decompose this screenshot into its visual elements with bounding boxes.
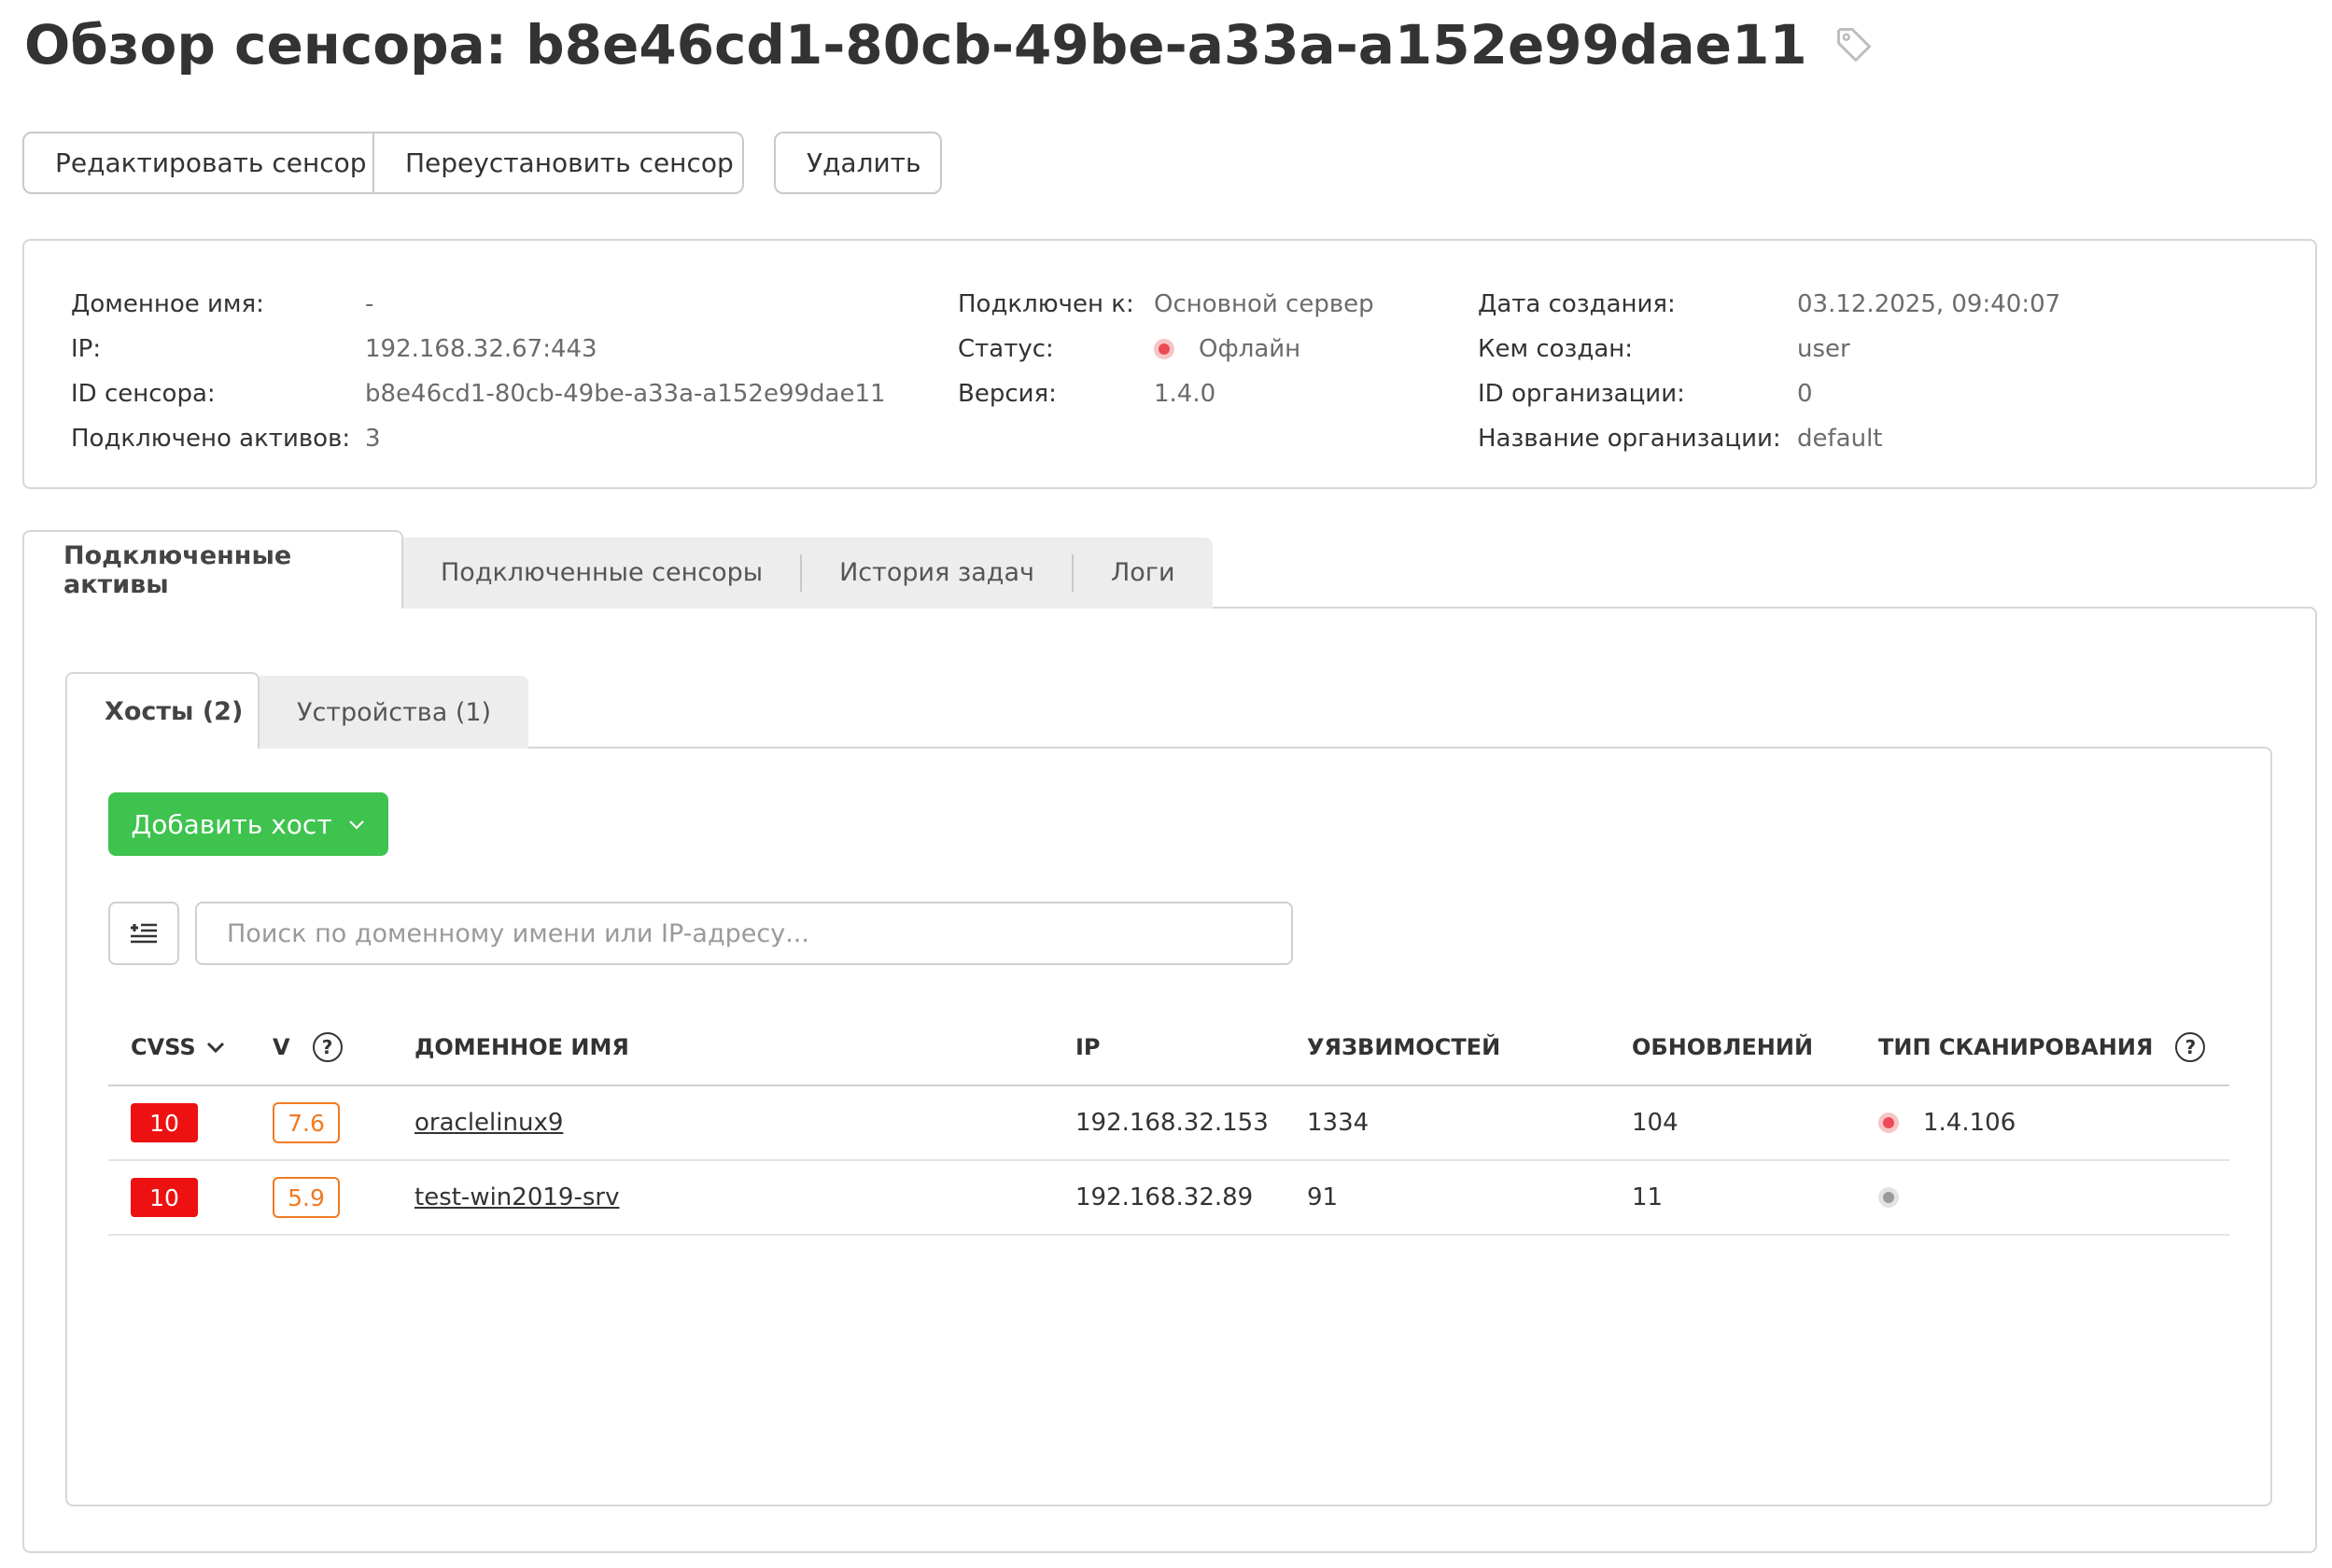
- info-value: default: [1797, 425, 1883, 453]
- scan-status-dot: [1878, 1113, 1899, 1133]
- info-column-2: Подключен к: Основной сервер Статус: Офл…: [958, 282, 1374, 416]
- page-title: Обзор сенсора: b8e46cd1-80cb-49be-a33a-a…: [24, 13, 1875, 77]
- info-value: Основной сервер: [1154, 290, 1374, 318]
- host-ip: 192.168.32.153: [1075, 1109, 1269, 1137]
- header-v: V ?: [273, 1032, 343, 1062]
- info-column-3: Дата создания: 03.12.2025, 09:40:07 Кем …: [1478, 282, 2060, 461]
- info-label: Подключен к:: [958, 290, 1134, 318]
- sensor-actions: Редактировать сенсор Переустановить сенс…: [22, 132, 942, 194]
- info-row: ID организации: 0: [1478, 371, 2060, 416]
- info-value: 03.12.2025, 09:40:07: [1797, 290, 2061, 318]
- info-label: Доменное имя:: [71, 290, 264, 318]
- info-value: -: [365, 290, 374, 318]
- info-row: Подключен к: Основной сервер: [958, 282, 1374, 327]
- main-tabs: Подключенные активы Подключенные сенсоры…: [22, 530, 1213, 609]
- v-score-badge: 7.6: [273, 1102, 340, 1143]
- sensor-button-group: Редактировать сенсор Переустановить сенс…: [22, 132, 744, 194]
- table-row[interactable]: 10 5.9 test-win2019-srv 192.168.32.89 91…: [108, 1161, 2229, 1236]
- vulns-count: 1334: [1307, 1109, 1370, 1137]
- search-input[interactable]: [195, 902, 1293, 965]
- host-link[interactable]: test-win2019-srv: [414, 1183, 619, 1211]
- add-host-label: Добавить хост: [131, 808, 332, 840]
- scan-version: 1.4.106: [1923, 1109, 2016, 1137]
- info-column-1: Доменное имя: - IP: 192.168.32.67:443 ID…: [71, 282, 886, 461]
- info-row: Название организации: default: [1478, 416, 2060, 461]
- scan-status-dot: [1878, 1187, 1899, 1208]
- offline-status-dot: [1154, 339, 1174, 359]
- header-domain: ДОМЕННОЕ ИМЯ: [414, 1034, 629, 1060]
- table-header: CVSS V ? ДОМЕННОЕ ИМЯ IP УЯЗВИМОСТЕЙ ОБН…: [108, 1010, 2229, 1086]
- header-updates: ОБНОВЛЕНИЙ: [1632, 1034, 1814, 1060]
- info-label: ID организации:: [1478, 380, 1685, 408]
- tag-icon[interactable]: [1833, 24, 1875, 65]
- status-value: Офлайн: [1199, 335, 1301, 363]
- delete-sensor-button[interactable]: Удалить: [774, 132, 942, 194]
- cvss-badge: 10: [131, 1103, 198, 1142]
- tab-task-history[interactable]: История задач: [802, 554, 1074, 592]
- info-row: Доменное имя: -: [71, 282, 886, 327]
- info-label: Название организации:: [1478, 425, 1781, 453]
- chevron-down-icon: [348, 820, 364, 830]
- info-label: Подключено активов:: [71, 425, 351, 453]
- header-scan-type: ТИП СКАНИРОВАНИЯ ?: [1878, 1032, 2206, 1062]
- header-cvss[interactable]: CVSS: [131, 1034, 226, 1060]
- info-row: Кем создан: user: [1478, 327, 2060, 371]
- info-label: Статус:: [958, 335, 1054, 363]
- hosts-table: CVSS V ? ДОМЕННОЕ ИМЯ IP УЯЗВИМОСТЕЙ ОБН…: [108, 1010, 2229, 1236]
- header-cvss-label: CVSS: [131, 1034, 196, 1060]
- cvss-badge: 10: [131, 1178, 198, 1217]
- tab-hosts[interactable]: Хосты (2): [65, 672, 260, 749]
- tab-connected-assets[interactable]: Подключенные активы: [22, 530, 403, 609]
- info-row: Статус: Офлайн: [958, 327, 1374, 371]
- reinstall-sensor-button[interactable]: Переустановить сенсор: [374, 132, 744, 194]
- info-row: Подключено активов: 3: [71, 416, 886, 461]
- host-link[interactable]: oraclelinux9: [414, 1109, 563, 1137]
- list-add-icon: [131, 923, 157, 944]
- info-label: Дата создания:: [1478, 290, 1676, 318]
- updates-count: 104: [1632, 1109, 1679, 1137]
- header-vulns: УЯЗВИМОСТЕЙ: [1307, 1034, 1501, 1060]
- table-row[interactable]: 10 7.6 oraclelinux9 192.168.32.153 1334 …: [108, 1086, 2229, 1161]
- tab-connected-sensors[interactable]: Подключенные сенсоры: [403, 554, 803, 592]
- info-row: IP: 192.168.32.67:443: [71, 327, 886, 371]
- info-value: user: [1797, 335, 1850, 363]
- header-v-label: V: [273, 1034, 290, 1060]
- sub-tabs: Хосты (2) Устройства (1): [65, 672, 529, 749]
- info-row: ID сенсора: b8e46cd1-80cb-49be-a33a-a152…: [71, 371, 886, 416]
- tab-logs[interactable]: Логи: [1074, 554, 1213, 592]
- page-title-text: Обзор сенсора: b8e46cd1-80cb-49be-a33a-a…: [24, 13, 1807, 77]
- info-value: b8e46cd1-80cb-49be-a33a-a152e99dae11: [365, 380, 886, 408]
- sensor-info-panel: Доменное имя: - IP: 192.168.32.67:443 ID…: [22, 239, 2317, 489]
- tab-devices[interactable]: Устройства (1): [260, 676, 529, 749]
- info-row: Дата создания: 03.12.2025, 09:40:07: [1478, 282, 2060, 327]
- inactive-tabs: Подключенные сенсоры История задач Логи: [403, 538, 1213, 609]
- v-score-badge: 5.9: [273, 1177, 340, 1218]
- column-filter-button[interactable]: [108, 902, 179, 965]
- edit-sensor-button[interactable]: Редактировать сенсор: [22, 132, 374, 194]
- add-host-button[interactable]: Добавить хост: [108, 792, 388, 856]
- info-row: Версия: 1.4.0: [958, 371, 1374, 416]
- host-ip: 192.168.32.89: [1075, 1183, 1254, 1211]
- info-label: Версия:: [958, 380, 1057, 408]
- info-label: Кем создан:: [1478, 335, 1634, 363]
- info-label: IP:: [71, 335, 102, 363]
- header-ip: IP: [1075, 1034, 1101, 1060]
- help-icon[interactable]: ?: [312, 1032, 343, 1062]
- info-value: 192.168.32.67:443: [365, 335, 597, 363]
- header-scan-type-label: ТИП СКАНИРОВАНИЯ: [1878, 1034, 2154, 1060]
- info-value: 1.4.0: [1154, 380, 1216, 408]
- info-value: 3: [365, 425, 381, 453]
- info-label: ID сенсора:: [71, 380, 216, 408]
- vulns-count: 91: [1307, 1183, 1339, 1211]
- info-value: 0: [1797, 380, 1813, 408]
- sort-chevron-icon: [206, 1042, 224, 1054]
- updates-count: 11: [1632, 1183, 1664, 1211]
- help-icon[interactable]: ?: [2175, 1032, 2206, 1062]
